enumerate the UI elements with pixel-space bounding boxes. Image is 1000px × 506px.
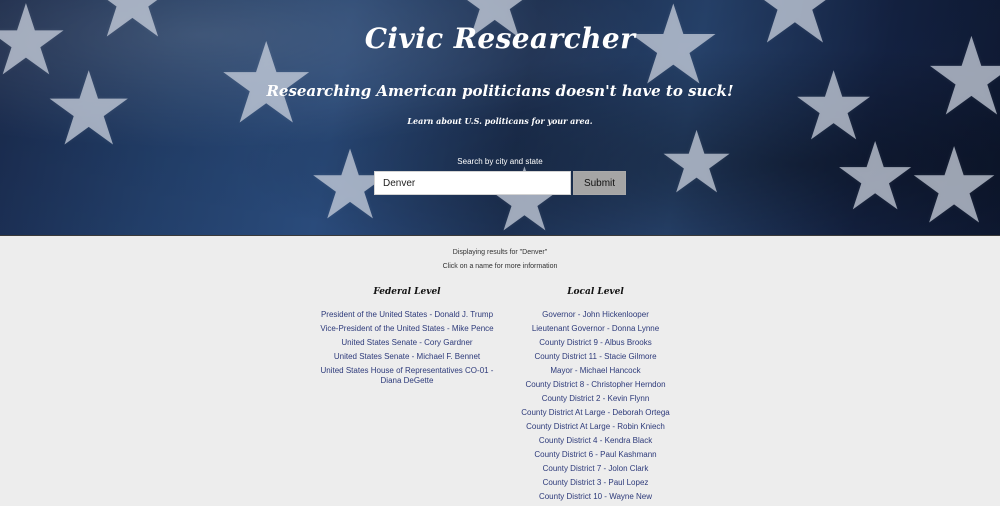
- hero-content: Civic Researcher Researching American po…: [0, 0, 1000, 235]
- submit-button[interactable]: Submit: [573, 171, 626, 195]
- list-item[interactable]: County District 3 - Paul Lopez: [509, 478, 682, 488]
- list-item[interactable]: United States Senate - Michael F. Bennet: [312, 352, 502, 362]
- politician-link[interactable]: County District 11 - Stacie Gilmore: [534, 352, 656, 361]
- politician-link[interactable]: County District 9 - Albus Brooks: [539, 338, 651, 347]
- politician-link[interactable]: Governor - John Hickenlooper: [542, 310, 649, 319]
- politician-link[interactable]: Mayor - Michael Hancock: [550, 366, 640, 375]
- list-item[interactable]: Mayor - Michael Hancock: [509, 366, 682, 376]
- search-label: Search by city and state: [457, 157, 543, 166]
- politician-link[interactable]: County District 10 - Wayne New: [539, 492, 652, 501]
- local-list: Governor - John Hickenlooper Lieutenant …: [509, 310, 682, 502]
- list-item[interactable]: County District 10 - Wayne New: [509, 492, 682, 502]
- list-item[interactable]: Vice-President of the United States - Mi…: [312, 324, 502, 334]
- list-item[interactable]: Governor - John Hickenlooper: [509, 310, 682, 320]
- politician-link[interactable]: Lieutenant Governor - Donna Lynne: [532, 324, 659, 333]
- list-item[interactable]: United States House of Representatives C…: [312, 366, 502, 386]
- politician-link[interactable]: United States Senate - Michael F. Bennet: [334, 352, 480, 361]
- politician-link[interactable]: President of the United States - Donald …: [321, 310, 493, 319]
- list-item[interactable]: County District 2 - Kevin Flynn: [509, 394, 682, 404]
- politician-link[interactable]: Vice-President of the United States - Mi…: [320, 324, 493, 333]
- list-item[interactable]: County District At Large - Robin Kniech: [509, 422, 682, 432]
- list-item[interactable]: County District 11 - Stacie Gilmore: [509, 352, 682, 362]
- politician-link[interactable]: County District 2 - Kevin Flynn: [542, 394, 650, 403]
- local-title: Local Level: [567, 287, 624, 297]
- politician-link[interactable]: County District 3 - Paul Lopez: [543, 478, 649, 487]
- politician-link[interactable]: County District 8 - Christopher Herndon: [525, 380, 665, 389]
- politician-link[interactable]: County District At Large - Robin Kniech: [526, 422, 665, 431]
- list-item[interactable]: County District 7 - Jolon Clark: [509, 464, 682, 474]
- politician-link[interactable]: United States Senate - Cory Gardner: [341, 338, 472, 347]
- list-item[interactable]: County District 9 - Albus Brooks: [509, 338, 682, 348]
- list-item[interactable]: President of the United States - Donald …: [312, 310, 502, 320]
- results-hint: Click on a name for more information: [442, 263, 558, 270]
- list-item[interactable]: County District 8 - Christopher Herndon: [509, 380, 682, 390]
- tagline: Researching American politicians doesn't…: [266, 82, 734, 100]
- list-item[interactable]: County District 6 - Paul Kashmann: [509, 450, 682, 460]
- results-header: Displaying results for "Denver": [452, 249, 548, 256]
- local-column: Local Level Governor - John Hickenlooper…: [509, 287, 682, 506]
- politician-link[interactable]: County District 6 - Paul Kashmann: [534, 450, 656, 459]
- federal-list: President of the United States - Donald …: [312, 310, 502, 386]
- federal-title: Federal Level: [373, 287, 441, 297]
- list-item[interactable]: County District 4 - Kendra Black: [509, 436, 682, 446]
- hero-banner: ★ ★ ★ ★ ★ ★ ★ ★ ★ ★ ★ ★ ★ ★ Civic Resear…: [0, 0, 1000, 236]
- list-item[interactable]: County District At Large - Deborah Orteg…: [509, 408, 682, 418]
- list-item[interactable]: United States Senate - Cory Gardner: [312, 338, 502, 348]
- politician-link[interactable]: County District At Large - Deborah Orteg…: [521, 408, 670, 417]
- politician-link[interactable]: County District 7 - Jolon Clark: [543, 464, 649, 473]
- page-title: Civic Researcher: [364, 22, 636, 55]
- federal-column: Federal Level President of the United St…: [312, 287, 502, 390]
- subtagline: Learn about U.S. politicans for your are…: [407, 116, 593, 126]
- list-item[interactable]: Lieutenant Governor - Donna Lynne: [509, 324, 682, 334]
- politician-link[interactable]: County District 4 - Kendra Black: [539, 436, 652, 445]
- search-input[interactable]: [374, 171, 571, 195]
- politician-link[interactable]: United States House of Representatives C…: [321, 366, 494, 385]
